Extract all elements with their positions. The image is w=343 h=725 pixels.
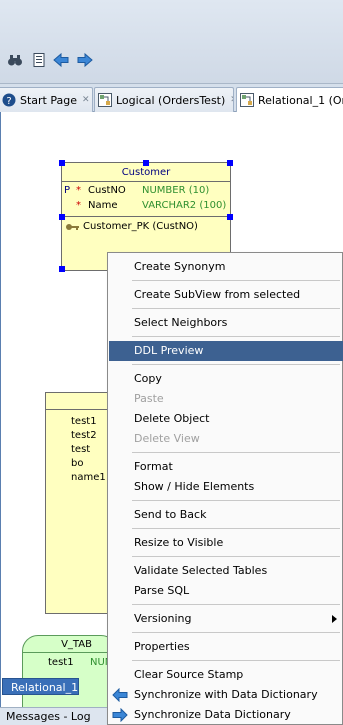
column-name: test1 [48,657,74,668]
menu-item-clear-source-stamp[interactable]: Clear Source Stamp [109,665,343,685]
menu-item-synchronize-data-dictionary[interactable]: Synchronize Data Dictionary [109,705,343,725]
menu-item-select-neighbors[interactable]: Select Neighbors [109,313,343,333]
menu-item-parse-sql[interactable]: Parse SQL [109,581,343,601]
resize-handle[interactable] [143,160,149,166]
tab-label: Start Page [20,93,77,107]
menu-item-resize-to-visible[interactable]: Resize to Visible [109,533,343,553]
binoculars-icon[interactable] [7,52,23,68]
menu-item-paste: Paste [109,389,343,409]
menu-separator [132,604,340,605]
menu-separator [132,452,340,453]
menu-item-label: Validate Selected Tables [134,564,268,577]
menu-item-versioning[interactable]: Versioning [109,609,343,629]
svg-text:?: ? [6,96,11,107]
menu-item-label: Synchronize Data Dictionary [134,708,291,721]
pk-marker: P [64,185,71,196]
menu-item-label: Paste [134,392,164,405]
menu-separator [132,280,340,281]
menu-item-label: Delete View [134,432,200,445]
menu-separator [132,528,340,529]
menu-item-delete-view: Delete View [109,429,343,449]
column-row: * Name VARCHAR2 (100) [62,200,230,214]
menu-item-label: Delete Object [134,412,210,425]
menu-item-validate-selected-tables[interactable]: Validate Selected Tables [109,561,343,581]
menu-item-label: Show / Hide Elements [134,480,255,493]
view-v-tab[interactable]: V_TAB test1 NUM [22,635,117,715]
editor-tabs: ? Start Page ✕ Logical (OrdersTest) ✕ Re… [0,84,343,112]
tab-start-page[interactable]: ? Start Page ✕ [0,87,93,112]
column-list: P * CustNO NUMBER (10) * Name VARCHAR2 (… [62,182,230,217]
diagram-icon [98,93,112,107]
menu-item-format[interactable]: Format [109,457,343,477]
key-row: Customer_PK (CustNO) [65,221,198,232]
required-marker: * [76,200,81,211]
menu-separator [132,660,340,661]
key-label: Customer_PK (CustNO) [83,221,198,232]
required-marker: * [76,185,81,196]
close-icon[interactable]: ✕ [230,95,233,105]
column-list: test1 test2 test bo name1 [46,410,114,486]
tab-relational[interactable]: Relational_1 (Orders [236,87,343,112]
page-icon[interactable] [31,52,47,68]
context-menu: Create Synonym Create SubView from selec… [107,252,343,725]
menu-separator [132,364,340,365]
resize-handle[interactable] [59,266,65,272]
menu-separator [132,632,340,633]
menu-item-label: Resize to Visible [134,536,224,549]
menu-item-label: Select Neighbors [134,316,228,329]
menu-item-copy[interactable]: Copy [109,369,343,389]
menu-item-ddl-preview[interactable]: DDL Preview [109,341,343,361]
tab-label: Logical (OrdersTest) [116,93,226,107]
column-row: P * CustNO NUMBER (10) [62,185,230,199]
menu-item-label: Format [134,460,173,473]
menu-separator [132,500,340,501]
table-title [46,393,114,410]
menu-item-label: Send to Back [134,508,207,521]
menu-item-show-hide-elements[interactable]: Show / Hide Elements [109,477,343,497]
view-title: V_TAB [23,636,116,653]
column-name: Name [88,200,118,211]
menu-item-label: Create SubView from selected [134,288,301,301]
menu-item-label: DDL Preview [134,344,204,357]
resize-handle[interactable] [227,214,233,220]
menu-item-properties[interactable]: Properties [109,637,343,657]
menu-item-label: Versioning [134,612,192,625]
resize-handle[interactable] [59,214,65,220]
menu-separator [132,556,340,557]
toolbar [0,0,343,84]
help-circle-icon: ? [2,93,16,107]
column-type: VARCHAR2 (100) [142,200,227,211]
column-type: NUMBER (10) [142,185,210,196]
diagram-tab-relational[interactable]: Relational_1 [2,678,79,695]
resize-handle[interactable] [227,160,233,166]
diagram-icon [240,93,254,107]
key-icon [66,223,79,230]
menu-item-create-synonym[interactable]: Create Synonym [109,257,343,277]
menu-item-label: Copy [134,372,162,385]
arrow-left-blue-icon [112,688,128,702]
column-name: CustNO [88,185,126,196]
key-list: Customer_PK (CustNO) [62,217,230,237]
arrow-right-icon[interactable] [77,52,93,68]
menu-separator [132,308,340,309]
submenu-arrow-icon [332,615,337,623]
column-row: test1 NUM [23,657,116,671]
menu-item-label: Clear Source Stamp [134,668,244,681]
arrow-left-icon[interactable] [53,52,69,68]
menu-item-create-subview[interactable]: Create SubView from selected [109,285,343,305]
tab-logical[interactable]: Logical (OrdersTest) ✕ [94,87,234,112]
menu-item-label: Parse SQL [134,584,190,597]
table-unnamed[interactable]: test1 test2 test bo name1 [45,392,115,614]
menu-separator [132,336,340,337]
arrow-right-blue-icon [112,708,128,722]
resize-handle[interactable] [59,160,65,166]
menu-item-label: Create Synonym [134,260,226,273]
menu-item-delete-object[interactable]: Delete Object [109,409,343,429]
tab-label: Relational_1 (Orders [258,93,343,107]
menu-item-label: Properties [134,640,190,653]
menu-item-synchronize-with-data-dictionary[interactable]: Synchronize with Data Dictionary [109,685,343,705]
menu-item-label: Synchronize with Data Dictionary [134,688,318,701]
close-icon[interactable]: ✕ [82,95,90,105]
menu-item-send-to-back[interactable]: Send to Back [109,505,343,525]
